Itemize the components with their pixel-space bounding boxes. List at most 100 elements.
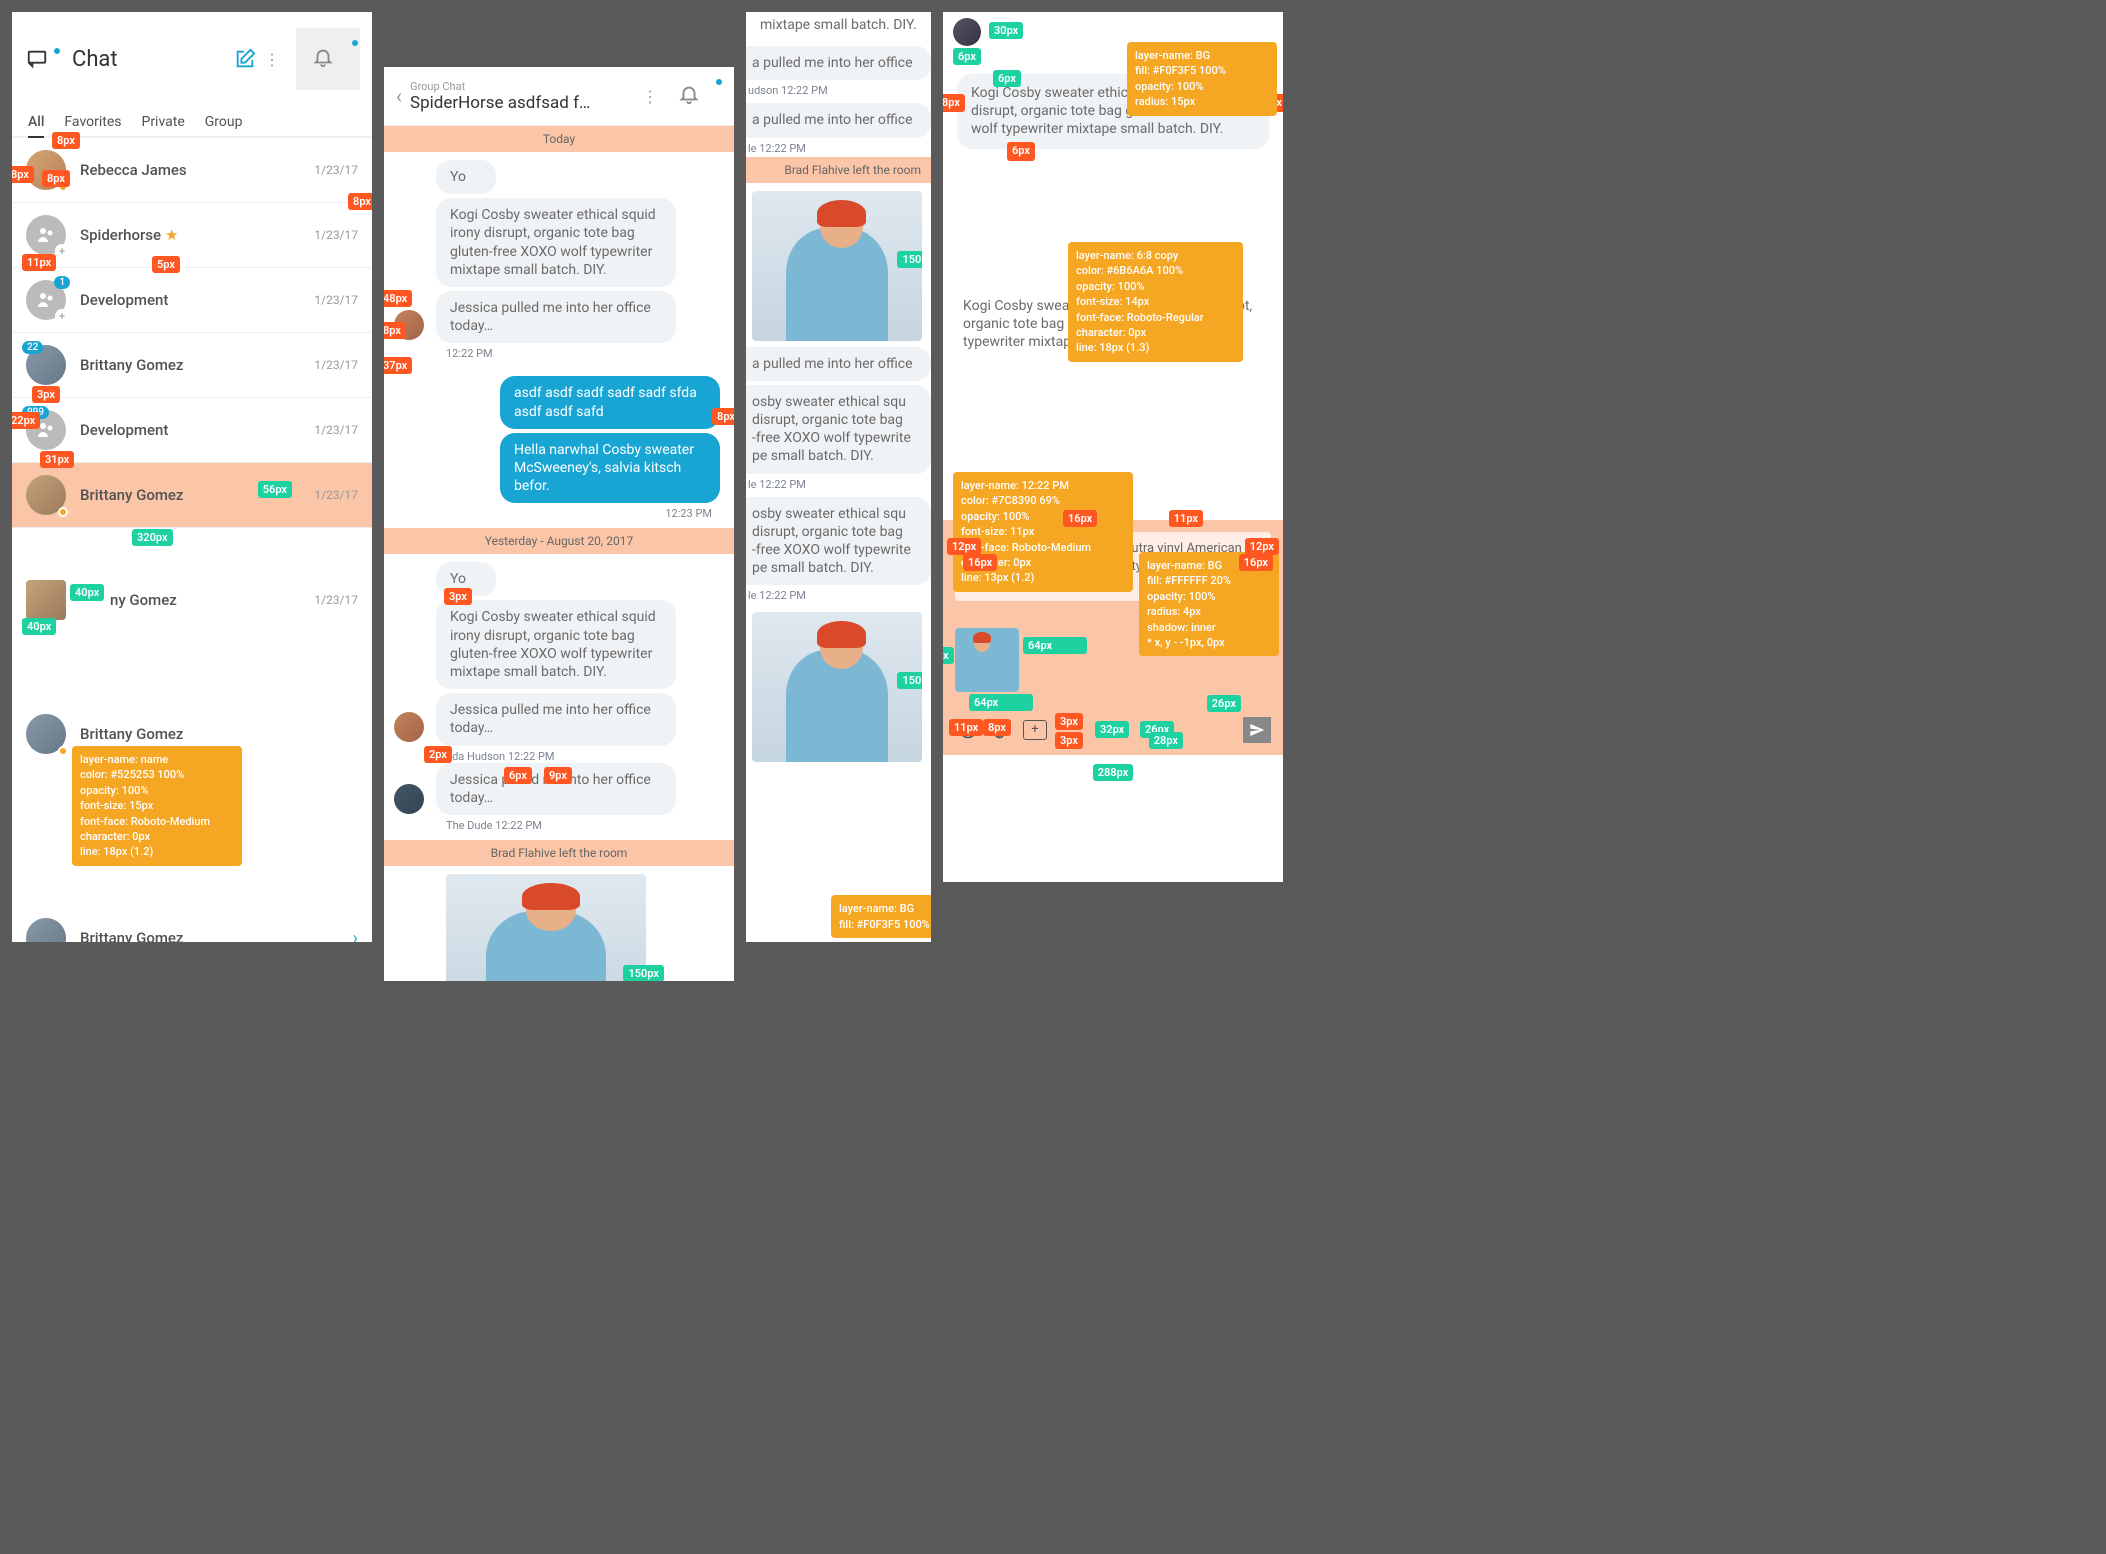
- marker: 16px: [1063, 510, 1097, 527]
- row-name: Brittany Gomez: [80, 725, 358, 743]
- text-fragment: a pulled me into her office: [746, 46, 931, 80]
- gc-header: ‹ Group Chat SpiderHorse asdfsad f… ⋮: [384, 67, 734, 126]
- photo-message[interactable]: [446, 874, 646, 981]
- marker: 6px: [993, 70, 1021, 87]
- chat-fragment-panel: mixtape small batch. DIY. a pulled me in…: [746, 12, 931, 942]
- msg-bubble: Kogi Cosby sweater ethical squid irony d…: [436, 198, 676, 287]
- msg-group: Yo 3px Kogi Cosby sweater ethical squid …: [384, 554, 734, 840]
- marker: 12px: [947, 538, 981, 555]
- row-date: 1/23/17: [314, 293, 358, 307]
- bell-wrap[interactable]: [296, 28, 360, 90]
- badge: 1: [54, 276, 70, 289]
- spec-callout: layer-name: 12:22 PM color: #7C8390 69% …: [953, 472, 1133, 592]
- marker: 9px: [544, 767, 572, 784]
- plus-icon: +: [55, 244, 69, 258]
- chat-row[interactable]: 999 Development 1/23/17 22px 31px: [12, 398, 372, 463]
- marker: 48px: [384, 290, 412, 307]
- tab-group[interactable]: Group: [205, 114, 243, 136]
- chat-header: Chat ⋮: [12, 12, 372, 106]
- gc-subtitle: Group Chat: [410, 80, 634, 93]
- plus-icon: +: [55, 309, 69, 323]
- spec-callout: layer-name: BG fill: #F0F3F5 100% opacit…: [1127, 42, 1277, 116]
- compose-icon[interactable]: [234, 48, 256, 70]
- row-name: ny Gomez: [110, 591, 314, 609]
- marker: 22px: [12, 412, 40, 429]
- chat-row[interactable]: Brittany Gomez layer-name: name color: #…: [12, 702, 372, 766]
- marker: 26px: [1207, 695, 1241, 712]
- marker: 16px: [1239, 554, 1273, 571]
- dot-icon: [716, 79, 722, 85]
- sender-label: nda Hudson 12:22 PM: [446, 750, 720, 763]
- avatar: [26, 714, 66, 754]
- marker: 320px: [132, 529, 173, 546]
- photo-message[interactable]: 150px: [752, 191, 922, 341]
- chat-row[interactable]: ny Gomez 1/23/17 40px 40px: [12, 568, 372, 632]
- marker: 8px: [42, 170, 70, 187]
- row-name: Brittany Gomez: [80, 929, 353, 942]
- marker: 6px: [504, 767, 532, 784]
- chat-title-wrap: Chat: [24, 47, 234, 72]
- marker: 6px: [1007, 142, 1035, 160]
- marker: 32px: [1095, 721, 1129, 738]
- bell-icon[interactable]: [678, 83, 700, 105]
- chat-row[interactable]: 22 Brittany Gomez 1/23/17 3px: [12, 333, 372, 398]
- sender-label: le 12:22 PM: [746, 140, 931, 157]
- row-date: 1/23/17: [314, 593, 358, 607]
- chat-row[interactable]: 1 + Development 1/23/17: [12, 268, 372, 333]
- date-divider: Today: [384, 126, 734, 152]
- system-message: Brad Flahive left the room: [746, 157, 931, 183]
- marker: 3px: [32, 386, 60, 403]
- marker: 3px: [1055, 732, 1083, 749]
- avatar: [394, 712, 424, 742]
- msg-bubble: Kogi Cosby sweater ethical squid irony d…: [436, 600, 676, 689]
- compose-toolbar: 11px 8px + 3px 3px 32px 26px 26px: [955, 717, 1271, 743]
- row-name: Rebecca James: [80, 161, 314, 179]
- avatar: [394, 784, 424, 814]
- avatar: +: [26, 215, 66, 255]
- more-icon[interactable]: ⋮: [256, 42, 288, 77]
- attachment-thumb[interactable]: [955, 628, 1019, 692]
- text-fragment: mixtape small batch. DIY.: [746, 12, 931, 42]
- text-fragment: a pulled me into her office: [746, 103, 931, 137]
- marker: 150px: [943, 647, 954, 664]
- photo-message[interactable]: 150px: [752, 612, 922, 762]
- row-date: 1/23/17: [314, 423, 358, 437]
- dot-icon: [352, 40, 358, 46]
- msg-group-mine: asdf asdf sadf sadf sadf sfda asdf asdf …: [384, 368, 734, 528]
- sender-label: le 12:22 PM: [746, 587, 931, 604]
- chat-list-panel: Chat ⋮ All Favorites Private Group Rebec…: [12, 12, 372, 942]
- marker: 2px: [424, 746, 452, 763]
- avatar: [953, 18, 981, 46]
- chevron-right-icon[interactable]: ›: [353, 928, 358, 943]
- tab-all[interactable]: All: [28, 114, 44, 138]
- row-name: Development: [80, 421, 314, 439]
- video-icon[interactable]: +: [1023, 720, 1047, 740]
- chat-row[interactable]: Rebecca James 1/23/17 8px 8px 8px 8px: [12, 138, 372, 203]
- chat-row[interactable]: Brittany Gomez ›: [12, 906, 372, 942]
- marker: 31px: [40, 451, 74, 468]
- text-fragment: osby sweater ethical squ disrupt, organi…: [746, 497, 931, 586]
- marker: 6px: [953, 48, 981, 65]
- msg-bubble: Jessica pulled me into her office today…: [436, 693, 676, 745]
- chat-row[interactable]: + Spiderhorse★ 1/23/17 11px 5px: [12, 203, 372, 268]
- sender-label: The Dude 12:22 PM: [446, 819, 720, 832]
- marker: 11px: [1169, 510, 1203, 527]
- marker: 8px: [348, 193, 372, 210]
- marker: 150px: [897, 251, 922, 268]
- more-icon[interactable]: ⋮: [634, 79, 666, 114]
- chat-row-selected[interactable]: Brittany Gomez 1/23/17 56px: [12, 463, 372, 528]
- marker: 288px: [1093, 764, 1134, 781]
- avatar: 1 +: [26, 280, 66, 320]
- marker: 3px: [1055, 713, 1083, 730]
- chat-icon: [24, 48, 50, 70]
- msg-bubble-mine: Hella narwhal Cosby sweater McSweeney's,…: [500, 433, 720, 504]
- send-button[interactable]: [1243, 717, 1271, 743]
- tab-private[interactable]: Private: [141, 114, 184, 136]
- marker: 8px: [983, 719, 1011, 736]
- row-date: 1/23/17: [314, 228, 358, 242]
- text-fragment: osby sweater ethical squ disrupt, organi…: [746, 385, 931, 474]
- marker: 40px: [22, 618, 56, 635]
- timestamp: 12:23 PM: [446, 507, 712, 520]
- avatar: [26, 475, 66, 515]
- back-icon[interactable]: ‹: [396, 84, 402, 108]
